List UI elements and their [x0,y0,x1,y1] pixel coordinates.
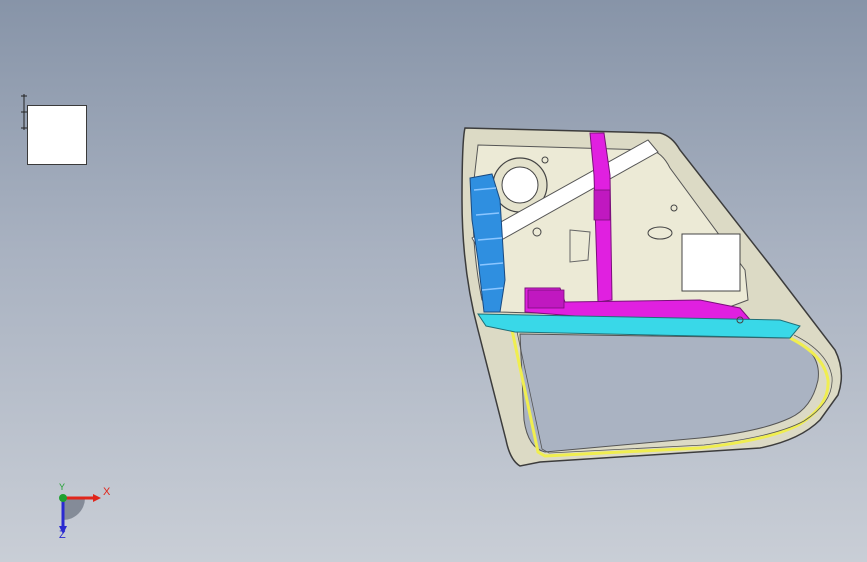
door-panel-model[interactable] [0,0,867,562]
y-axis-label: Y [59,482,66,492]
x-axis-label: X [103,486,111,498]
z-axis-label: Z [59,529,66,541]
graphics-viewport[interactable]: X Y Z [0,0,867,562]
speaker-hole [501,166,539,204]
panel-label-block [681,233,741,292]
